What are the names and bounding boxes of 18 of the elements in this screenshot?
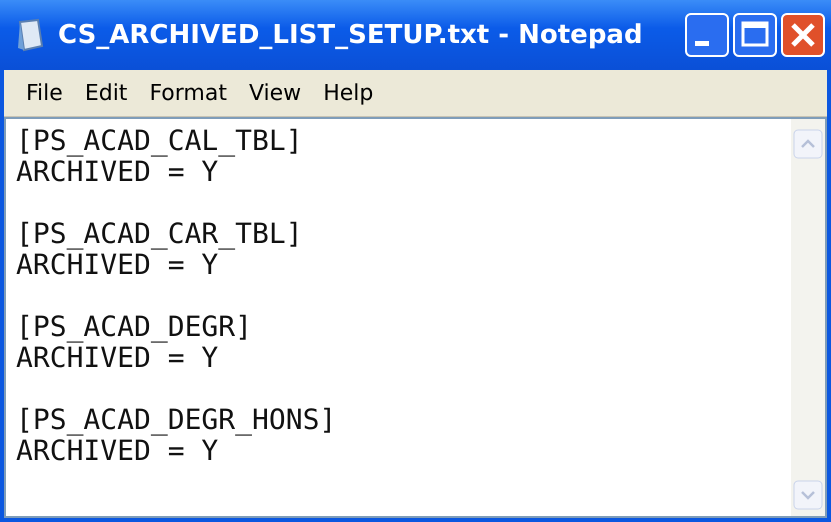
setting-line: ARCHIVED = Y: [16, 342, 218, 373]
window-title: CS_ARCHIVED_LIST_SETUP.txt - Notepad: [58, 20, 644, 50]
section-header: [PS_ACAD_CAL_TBL]: [16, 125, 304, 156]
menu-item[interactable]: Help: [323, 80, 374, 106]
notepad-icon: [16, 18, 46, 52]
section-header: [PS_ACAD_DEGR_HONS]: [16, 404, 338, 435]
section-header: [PS_ACAD_CAR_TBL]: [16, 218, 304, 249]
menu-item[interactable]: File: [26, 80, 63, 106]
menu-item[interactable]: View: [248, 80, 302, 106]
setting-line: ARCHIVED = Y: [16, 435, 218, 466]
minimize-icon[interactable]: [685, 13, 729, 57]
maximize-icon[interactable]: [733, 13, 777, 57]
menu-item[interactable]: Edit: [84, 80, 128, 106]
menu-item[interactable]: Format: [149, 80, 227, 106]
close-icon[interactable]: [781, 13, 825, 57]
setting-line: ARCHIVED = Y: [16, 156, 218, 187]
setting-line: ARCHIVED = Y: [16, 249, 218, 280]
section-header: [PS_ACAD_DEGR]: [16, 311, 254, 342]
